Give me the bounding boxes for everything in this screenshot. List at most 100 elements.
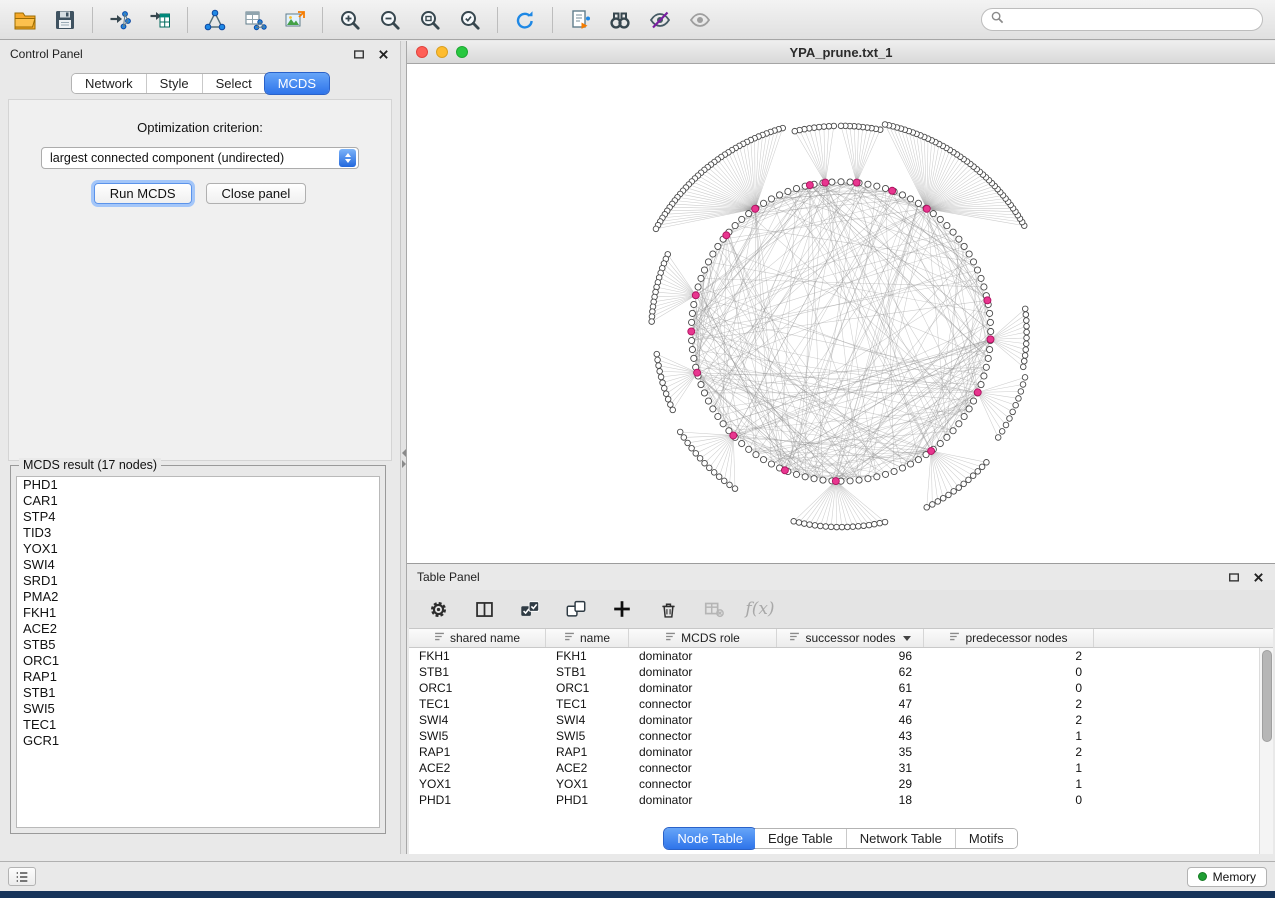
network-node[interactable] [978,275,984,281]
network-node[interactable] [882,519,888,525]
network-node[interactable] [956,236,962,242]
network-node[interactable] [1024,323,1030,329]
network-node[interactable] [984,460,990,466]
mcds-result-item[interactable]: PMA2 [17,589,379,605]
table-cell[interactable]: 96 [777,649,924,663]
table-row[interactable]: PHD1PHD1dominator180 [409,792,1273,808]
table-cell[interactable]: FKH1 [546,649,629,663]
network-node[interactable] [792,128,798,134]
column-header-successor-nodes[interactable]: successor nodes [777,629,924,647]
network-node[interactable] [1023,341,1029,347]
table-cell[interactable]: dominator [629,793,777,807]
mcds-result-item[interactable]: SWI5 [17,701,379,717]
table-cell[interactable]: 43 [777,729,924,743]
network-node[interactable] [727,482,733,488]
network-node[interactable] [706,465,712,471]
network-node[interactable] [1022,375,1028,381]
panel-splitter[interactable] [400,41,407,854]
network-node[interactable] [861,523,867,529]
network-node[interactable] [705,259,711,265]
network-node[interactable] [689,445,695,451]
network-node[interactable] [951,489,957,495]
network-node[interactable] [856,477,862,483]
network-node[interactable] [944,434,950,440]
network-node[interactable] [1024,335,1030,341]
show-all-icon[interactable] [687,7,713,33]
network-node[interactable] [818,523,824,529]
table-cell[interactable]: 31 [777,761,924,775]
network-node[interactable] [930,502,936,508]
network-node[interactable] [732,222,738,228]
close-window-icon[interactable] [416,46,428,58]
network-node[interactable] [874,474,880,480]
network-node[interactable] [829,179,835,185]
network-node[interactable] [705,398,711,404]
network-node[interactable] [855,523,861,529]
network-node[interactable] [732,486,738,492]
export-image-icon[interactable] [282,7,308,33]
tab-mcds[interactable]: MCDS [265,73,329,94]
network-node[interactable] [658,374,664,380]
table-cell[interactable]: STB1 [546,665,629,679]
splitter-grip-icon[interactable] [401,445,406,471]
network-node[interactable] [985,355,991,361]
table-cell[interactable]: dominator [629,681,777,695]
memory-button[interactable]: Memory [1187,867,1267,887]
close-table-panel-icon[interactable] [1251,570,1265,584]
network-node[interactable] [978,381,984,387]
mcds-result-item[interactable]: SWI4 [17,557,379,573]
table-row[interactable]: TEC1TEC1connector472 [409,696,1273,712]
network-node[interactable] [793,185,799,191]
mcds-result-item[interactable]: STP4 [17,509,379,525]
network-hub-node[interactable] [987,336,994,343]
network-hub-node[interactable] [752,205,759,212]
network-node[interactable] [970,473,976,479]
network-node[interactable] [995,435,1001,441]
network-node[interactable] [899,192,905,198]
network-node[interactable] [739,440,745,446]
network-hub-node[interactable] [692,292,699,299]
network-node[interactable] [834,524,840,530]
network-node[interactable] [975,469,981,475]
tab-edge-table[interactable]: Edge Table [755,829,847,848]
network-hub-node[interactable] [832,478,839,485]
network-node[interactable] [966,251,972,257]
network-node[interactable] [944,222,950,228]
mcds-result-item[interactable]: ACE2 [17,621,379,637]
table-cell[interactable]: PHD1 [546,793,629,807]
network-node[interactable] [710,406,716,412]
table-cell[interactable]: ORC1 [546,681,629,695]
network-hub-node[interactable] [730,432,737,439]
network-node[interactable] [1023,312,1029,318]
table-cell[interactable]: 18 [777,793,924,807]
network-node[interactable] [839,524,845,530]
network-node[interactable] [715,243,721,249]
table-scrollbar[interactable] [1259,648,1273,854]
network-node[interactable] [720,421,726,427]
share-document-icon[interactable] [567,7,593,33]
network-node[interactable] [961,243,967,249]
network-node[interactable] [793,471,799,477]
column-header-shared-name[interactable]: shared name [409,629,546,647]
float-panel-icon[interactable] [352,47,366,61]
network-node[interactable] [937,440,943,446]
network-node[interactable] [1020,364,1026,370]
save-icon[interactable] [52,7,78,33]
tab-network[interactable]: Network [72,74,147,93]
import-table-file-icon[interactable] [147,7,173,33]
tab-motifs[interactable]: Motifs [956,829,1017,848]
network-node[interactable] [987,319,993,325]
table-cell[interactable]: 47 [777,697,924,711]
table-row[interactable]: STB1STB1dominator620 [409,664,1273,680]
network-node[interactable] [711,470,717,476]
network-node[interactable] [950,229,956,235]
network-node[interactable] [882,122,888,128]
table-cell[interactable]: dominator [629,713,777,727]
network-node[interactable] [802,474,808,480]
network-node[interactable] [961,481,967,487]
network-node[interactable] [670,407,676,413]
network-node[interactable] [838,179,844,185]
table-row[interactable]: FKH1FKH1dominator962 [409,648,1273,664]
network-node[interactable] [668,402,674,408]
mcds-result-list[interactable]: PHD1CAR1STP4TID3YOX1SWI4SRD1PMA2FKH1ACE2… [16,476,380,828]
